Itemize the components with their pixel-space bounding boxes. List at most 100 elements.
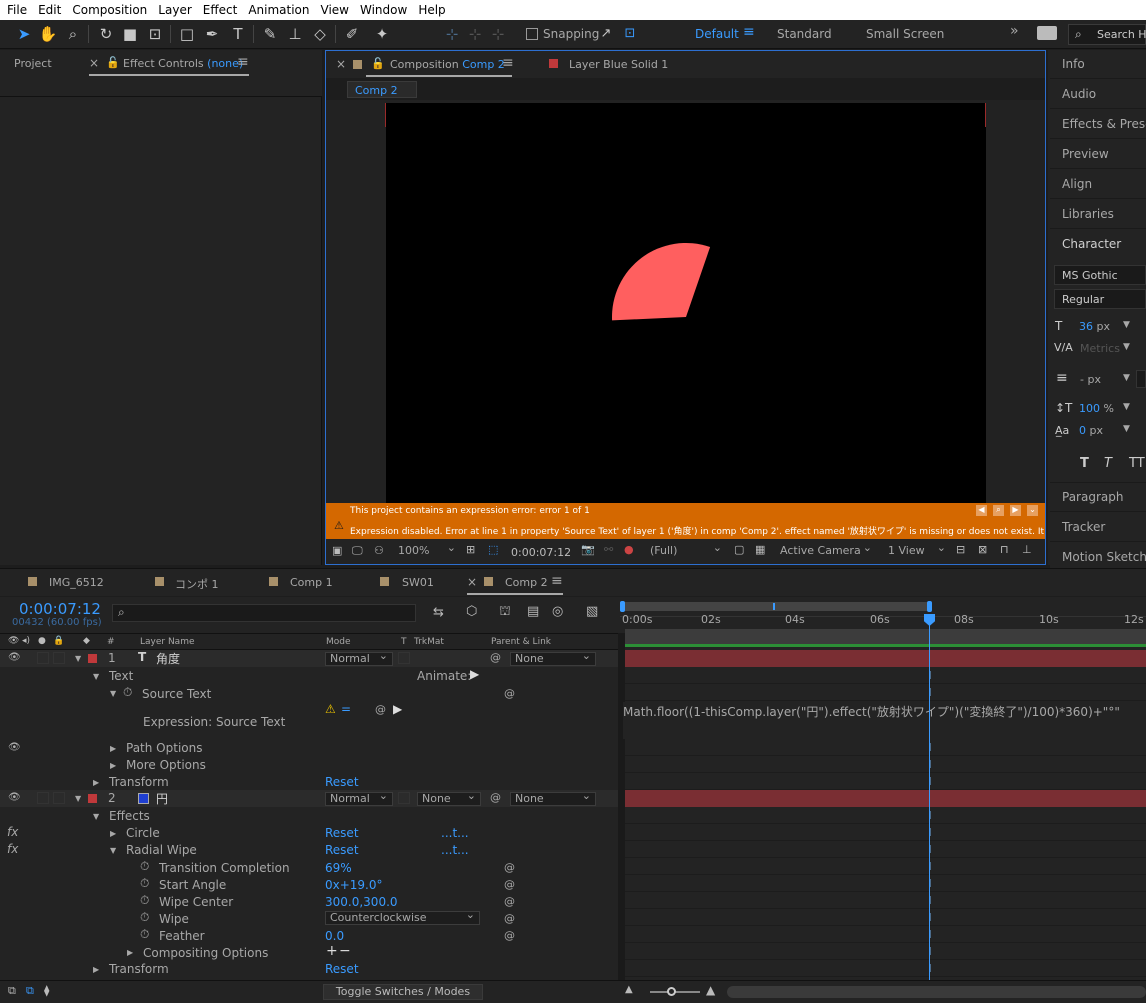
wipe-center-value[interactable]: 300.0,300.0: [325, 895, 398, 909]
keyframe-ibeam-icon[interactable]: I: [927, 686, 933, 699]
font-style-field[interactable]: Regular: [1054, 289, 1146, 309]
roto-brush-tool-icon[interactable]: ✐: [342, 24, 362, 44]
expand-triangle-icon[interactable]: ▼: [75, 794, 81, 803]
add-mask-icon[interactable]: +: [326, 943, 338, 959]
workspace-default[interactable]: Default: [695, 27, 739, 41]
eye-icon[interactable]: 👁: [8, 742, 21, 753]
mode-dropdown[interactable]: Normal: [325, 790, 393, 806]
panel-effects-presets[interactable]: Effects & Presets: [1050, 110, 1146, 139]
keyframe-ibeam-icon[interactable]: I: [927, 962, 933, 975]
clone-stamp-tool-icon[interactable]: ⊥: [285, 24, 305, 44]
comp-flowchart-icon[interactable]: ⇆: [433, 605, 444, 620]
panel-libraries[interactable]: Libraries: [1050, 200, 1146, 229]
fx-icon[interactable]: fx: [7, 825, 18, 839]
brush-tool-icon[interactable]: ✎: [260, 24, 280, 44]
panel-preview[interactable]: Preview: [1050, 140, 1146, 169]
trkmat-dropdown[interactable]: None: [417, 790, 481, 806]
camera-dropdown[interactable]: Active Camera: [776, 542, 876, 559]
menu-layer[interactable]: Layer: [158, 3, 191, 17]
pickwhip-icon[interactable]: @: [504, 687, 515, 700]
timeline-scrollbar[interactable]: [727, 986, 1146, 998]
panel-menu-icon[interactable]: ≡: [237, 54, 249, 70]
layer-name[interactable]: 円: [156, 790, 168, 807]
graph-editor-icon[interactable]: ▧: [586, 604, 598, 619]
snapshot-icon[interactable]: 📷: [581, 543, 595, 556]
effect-options-link[interactable]: ...t...: [441, 843, 469, 857]
pickwhip-icon[interactable]: @: [504, 878, 515, 891]
menu-effect[interactable]: Effect: [203, 3, 238, 17]
shy-icon[interactable]: ⛫: [499, 604, 511, 621]
tab-effect-controls[interactable]: Effect Controls (none): [123, 57, 243, 70]
lock-switch[interactable]: [53, 652, 65, 664]
zoom-in-icon[interactable]: ▲: [706, 983, 715, 997]
timeline-panel-menu-icon[interactable]: ≡: [551, 573, 563, 589]
menu-help[interactable]: Help: [418, 3, 445, 17]
keyframe-ibeam-icon[interactable]: I: [927, 860, 933, 873]
reset-exposure-icon[interactable]: ⊠: [978, 543, 987, 556]
faux-bold-icon[interactable]: T: [1080, 456, 1089, 471]
close-icon[interactable]: ×: [89, 56, 99, 70]
expand-triangle-icon[interactable]: ▼: [75, 654, 81, 663]
in-out-icon[interactable]: ⧫: [44, 984, 49, 997]
keyframe-ibeam-icon[interactable]: I: [927, 945, 933, 958]
view-axis-icon[interactable]: ⊹: [488, 24, 508, 44]
mode-dropdown[interactable]: Normal: [325, 650, 393, 666]
zoom-slider-handle[interactable]: [667, 987, 676, 996]
collapsed-triangle-icon[interactable]: ▶: [110, 744, 116, 753]
collapsed-triangle-icon[interactable]: ▶: [93, 778, 99, 787]
snap-edges-icon[interactable]: ↗: [596, 24, 616, 44]
workspace-standard[interactable]: Standard: [777, 27, 832, 41]
collapse-error-icon[interactable]: ⌄: [1027, 505, 1038, 516]
stopwatch-icon[interactable]: ⏱: [140, 876, 149, 891]
timeline-link-icon[interactable]: ⊥: [1022, 543, 1032, 556]
keyframe-ibeam-icon[interactable]: I: [927, 758, 933, 771]
timeline-nav-bar[interactable]: [625, 629, 1146, 644]
remove-mask-icon[interactable]: −: [339, 943, 351, 959]
work-area-end[interactable]: [927, 601, 932, 612]
collapsed-triangle-icon[interactable]: ▶: [110, 761, 116, 770]
frame-blending-icon[interactable]: ▤: [527, 604, 539, 619]
snap-features-icon[interactable]: ⊡: [620, 24, 640, 44]
keyframe-ibeam-icon[interactable]: I: [927, 911, 933, 924]
effect-options-link[interactable]: ...t...: [441, 826, 469, 840]
expression-language-icon[interactable]: ▶: [393, 702, 402, 716]
tab-layer[interactable]: Layer Blue Solid 1: [569, 58, 668, 71]
timeline-tab-sw01[interactable]: SW01: [402, 576, 434, 589]
timeline-tab-comp2[interactable]: Comp 2: [505, 576, 548, 589]
start-angle-value[interactable]: 0x+19.0°: [325, 878, 383, 892]
pickwhip-icon[interactable]: @: [490, 651, 501, 664]
pen-tool-icon[interactable]: ✒: [202, 24, 222, 44]
hand-tool-icon[interactable]: ✋: [38, 24, 58, 44]
views-dropdown[interactable]: 1 View: [884, 542, 950, 559]
motion-blur-icon[interactable]: ◎: [552, 604, 563, 619]
eraser-tool-icon[interactable]: ◇: [310, 24, 330, 44]
always-preview-icon[interactable]: ▣: [332, 544, 342, 557]
wipe-direction-dropdown[interactable]: Counterclockwise: [325, 909, 480, 925]
pickwhip-icon[interactable]: @: [504, 929, 515, 942]
expand-triangle-icon[interactable]: ▼: [110, 846, 116, 855]
keyboard-icon[interactable]: [1037, 26, 1057, 40]
keyframe-ibeam-icon[interactable]: I: [927, 826, 933, 839]
menu-window[interactable]: Window: [360, 3, 407, 17]
timeline-tab-close-icon[interactable]: ×: [467, 575, 477, 589]
transparency-grid-icon[interactable]: ▦: [755, 543, 765, 556]
prev-error-icon[interactable]: ◀: [976, 505, 987, 516]
layer-label-color[interactable]: [88, 794, 97, 803]
transfer-controls-icon[interactable]: ⧉: [26, 984, 34, 998]
keyframe-ibeam-icon[interactable]: I: [927, 809, 933, 822]
collapsed-triangle-icon[interactable]: ▶: [127, 948, 133, 957]
current-time[interactable]: 0:00:07:12: [511, 546, 571, 559]
expand-triangle-icon[interactable]: ▼: [93, 812, 99, 821]
keyframe-ibeam-icon[interactable]: I: [927, 928, 933, 941]
reset-link[interactable]: Reset: [325, 775, 359, 789]
search-help-box[interactable]: ⌕ Search Help: [1068, 24, 1146, 45]
snapping-checkbox[interactable]: [526, 28, 538, 40]
keyframe-ibeam-icon[interactable]: I: [927, 775, 933, 788]
channel-icon[interactable]: ●: [624, 543, 634, 556]
font-size-field[interactable]: 36 px: [1079, 320, 1110, 333]
fit-icon[interactable]: ⊞: [466, 543, 475, 556]
menu-animation[interactable]: Animation: [248, 3, 309, 17]
timeline-tab-comp1[interactable]: Comp 1: [290, 576, 333, 589]
goto-error-icon[interactable]: ⌕: [993, 505, 1004, 516]
pickwhip-icon[interactable]: @: [504, 895, 515, 908]
